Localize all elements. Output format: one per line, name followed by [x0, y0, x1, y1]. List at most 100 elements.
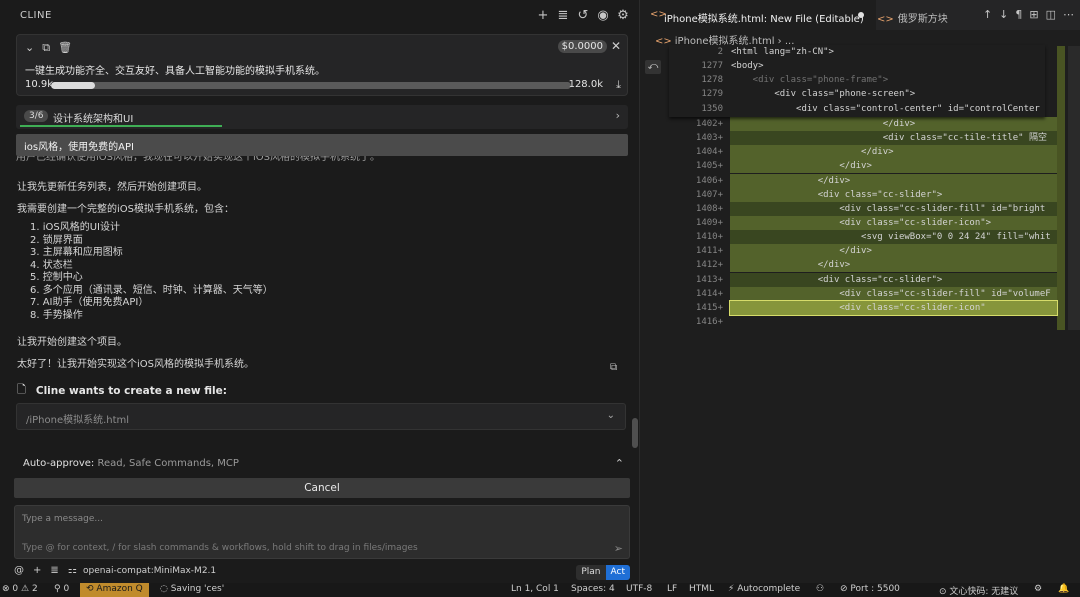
split-editor-icon[interactable]: ◫: [1046, 8, 1056, 21]
tab-label: 俄罗斯方块: [897, 14, 948, 25]
amazon-q-button[interactable]: ⟲ Amazon Q: [80, 583, 149, 597]
cursor-position[interactable]: Ln 1, Col 1: [511, 584, 559, 594]
list-item: 6. 多个应用（通讯录、短信、时钟、计算器、天气等）: [30, 284, 273, 296]
pilcrow-icon[interactable]: ¶: [1015, 8, 1022, 21]
list-item: 2. 锁屏界面: [30, 234, 83, 246]
code-lines[interactable]: 1402+ </div> 1403+ <div class="cc-tile-t…: [669, 117, 1058, 329]
new-task-icon[interactable]: +: [536, 7, 550, 23]
context-window-fill: [51, 82, 96, 89]
model-selector[interactable]: openai-compat:MiniMax-M2.1: [83, 566, 216, 576]
collapse-chevron-icon[interactable]: ⌄: [25, 41, 34, 55]
live-server-port[interactable]: ⊘ Port : 5500: [840, 584, 900, 594]
encoding[interactable]: UTF-8: [626, 584, 652, 594]
more-actions-icon[interactable]: ⋯: [1063, 8, 1074, 21]
sticky-line[interactable]: 2 <html lang="zh-CN">: [669, 45, 1045, 59]
sticky-line[interactable]: 1279 <div class="phone-screen">: [669, 87, 1045, 101]
chevron-right-icon: ›: [615, 109, 620, 122]
compress-context-icon[interactable]: ⤓: [616, 78, 621, 92]
composer-footer: @ + ≣ ⚏ openai-compat:MiniMax-M2.1 Plan …: [14, 565, 630, 581]
sticky-line[interactable]: 1277 <body>: [669, 59, 1045, 73]
task-description: 一键生成功能齐全、交互友好、具备人工智能功能的模拟手机系统。: [25, 66, 325, 77]
file-path: /iPhone模拟系统.html: [26, 415, 130, 426]
history-icon[interactable]: ↺: [576, 7, 590, 23]
unsaved-dot-icon[interactable]: [858, 12, 864, 18]
file-path-box[interactable]: /iPhone模拟系统.html ⌄: [16, 403, 626, 430]
send-icon[interactable]: ➢: [614, 542, 623, 555]
context-window-bar: [51, 82, 571, 89]
chevron-down-icon: ⌄: [606, 410, 615, 421]
task-card: ⌄ ⧉ 🗑 $0.0000 ✕ 一键生成功能齐全、交互友好、具备人工智能功能的模…: [16, 34, 628, 96]
close-task-icon[interactable]: ✕: [611, 39, 621, 53]
ports-indicator[interactable]: ⚲ 0: [54, 584, 69, 594]
notifications-bell-icon[interactable]: 🔔: [1058, 584, 1069, 594]
cline-header: CLINE + ≣ ↺ ◉ ⚙: [0, 0, 640, 32]
assistant-message: 让我先更新任务列表，然后开始创建项目。: [17, 182, 207, 193]
code-line: 1403+ <div class="cc-tile-title" 隔空: [669, 131, 1057, 146]
create-file-title: Cline wants to create a new file:: [35, 384, 227, 397]
code-line: 1412+ </div>: [669, 258, 1057, 273]
partially-hidden-message: 用户已经确认使用iOS风格，我现在可以开始实现这个iOS风格的模拟手机系统了。: [16, 156, 380, 163]
sticky-line[interactable]: 1278 <div class="phone-frame">: [669, 73, 1045, 87]
auto-approve-label: Auto-approve:: [23, 458, 95, 469]
feature-list: 1. iOS风格的UI设计 2. 锁屏界面 3. 主屏幕和应用图标 4. 状态栏…: [30, 222, 273, 322]
sticky-scroll-header[interactable]: 2 <html lang="zh-CN"> 1277 <body> 1278 <di…: [669, 45, 1045, 117]
problems-indicator[interactable]: ⊗ 0 ⚠ 2: [2, 584, 38, 594]
auto-approve-value: Read, Safe Commands, MCP: [97, 458, 239, 469]
code-line: 1416+: [695, 316, 723, 327]
assistant-message: 我需要创建一个完整的iOS模拟手机系统，包含：: [17, 204, 234, 215]
context-used: 10.9k: [25, 79, 54, 90]
step-badge: 3/6: [24, 110, 49, 122]
create-file-header: 🗋 Cline wants to create a new file:: [17, 381, 227, 400]
code-editor: <> iPhone模拟系统.html: New File (Editable) …: [641, 0, 1080, 583]
code-line: 1408+ <div class="cc-slider-fill" id="br…: [669, 201, 1057, 216]
copy-message-icon[interactable]: ⧉: [610, 362, 617, 373]
autocomplete-status[interactable]: ⚡ Autocomplete: [728, 584, 800, 594]
assistant-message: 让我开始创建这个项目。: [17, 337, 127, 348]
settings-icon[interactable]: ⚙: [1034, 584, 1042, 594]
plan-mode-button[interactable]: Plan: [576, 565, 605, 580]
delete-trash-icon[interactable]: 🗑: [58, 41, 72, 55]
message-input[interactable]: Type a message... Type @ for context, / …: [14, 505, 630, 559]
line-ending[interactable]: LF: [667, 584, 677, 594]
settings-gear-icon[interactable]: ⚙: [616, 7, 630, 23]
act-mode-button[interactable]: Act: [605, 565, 630, 580]
list-item: 7. AI助手（使用免费API）: [30, 297, 149, 308]
map-icon[interactable]: ⊞: [1029, 8, 1038, 21]
status-bar: ⊗ 0 ⚠ 2 ⚲ 0 ⟲ Amazon Q ◌ Saving 'ces' Ln…: [0, 583, 1080, 597]
plan-act-toggle[interactable]: Plan Act: [576, 565, 630, 580]
arrow-down-icon[interactable]: ↓: [999, 8, 1008, 21]
code-line: 1402+ </div>: [669, 117, 1057, 131]
html-file-icon: <>: [877, 14, 894, 25]
new-file-icon: 🗋: [17, 383, 26, 396]
revert-change-icon[interactable]: ⤺: [645, 60, 661, 74]
copy-icon[interactable]: ⧉: [42, 41, 50, 55]
cancel-button[interactable]: Cancel: [14, 478, 630, 498]
code-line: 1406+ </div>: [669, 173, 1057, 188]
rules-icon[interactable]: ≣: [50, 565, 58, 576]
panel-title: CLINE: [20, 10, 52, 21]
at-mention-icon[interactable]: @: [14, 565, 24, 576]
add-context-icon[interactable]: +: [33, 565, 41, 576]
sticky-line[interactable]: 1350 <div class="control-center" id="con…: [669, 102, 1045, 116]
account-icon[interactable]: ◉: [596, 7, 610, 23]
tab-iphone-html[interactable]: <> iPhone模拟系统.html: New File (Editable): [641, 0, 876, 30]
code-line: 1409+ <div class="cc-slider-icon">: [669, 215, 1057, 230]
model-selector-icon[interactable]: ⚏: [68, 565, 77, 576]
list-item: 3. 主屏幕和应用图标: [30, 247, 123, 258]
auto-approve-row[interactable]: Auto-approve: Read, Safe Commands, MCP ⌃: [14, 454, 630, 474]
mcp-servers-icon[interactable]: ≣: [556, 7, 570, 23]
copilot-icon[interactable]: ⚇: [816, 584, 824, 594]
arrow-up-icon[interactable]: ↑: [983, 8, 992, 21]
wenxin-status[interactable]: ⊙ 文心快码: 无建议: [939, 584, 1018, 597]
indentation[interactable]: Spaces: 4: [571, 584, 615, 594]
input-hint: Type @ for context, / for slash commands…: [22, 543, 418, 553]
language-mode[interactable]: HTML: [689, 584, 714, 594]
tab-tetris[interactable]: <> 俄罗斯方块: [877, 10, 948, 25]
tooltip-text: ios风格，使用免费的API: [24, 142, 134, 153]
editor-scrollbar[interactable]: [1068, 46, 1080, 330]
diff-overview-ruler: [1057, 46, 1065, 330]
step-label: 设计系统架构和UI: [53, 114, 134, 125]
context-max: 128.0k: [568, 79, 603, 90]
chat-scrollbar[interactable]: [632, 418, 638, 448]
saving-indicator: ◌ Saving 'ces': [160, 584, 225, 594]
